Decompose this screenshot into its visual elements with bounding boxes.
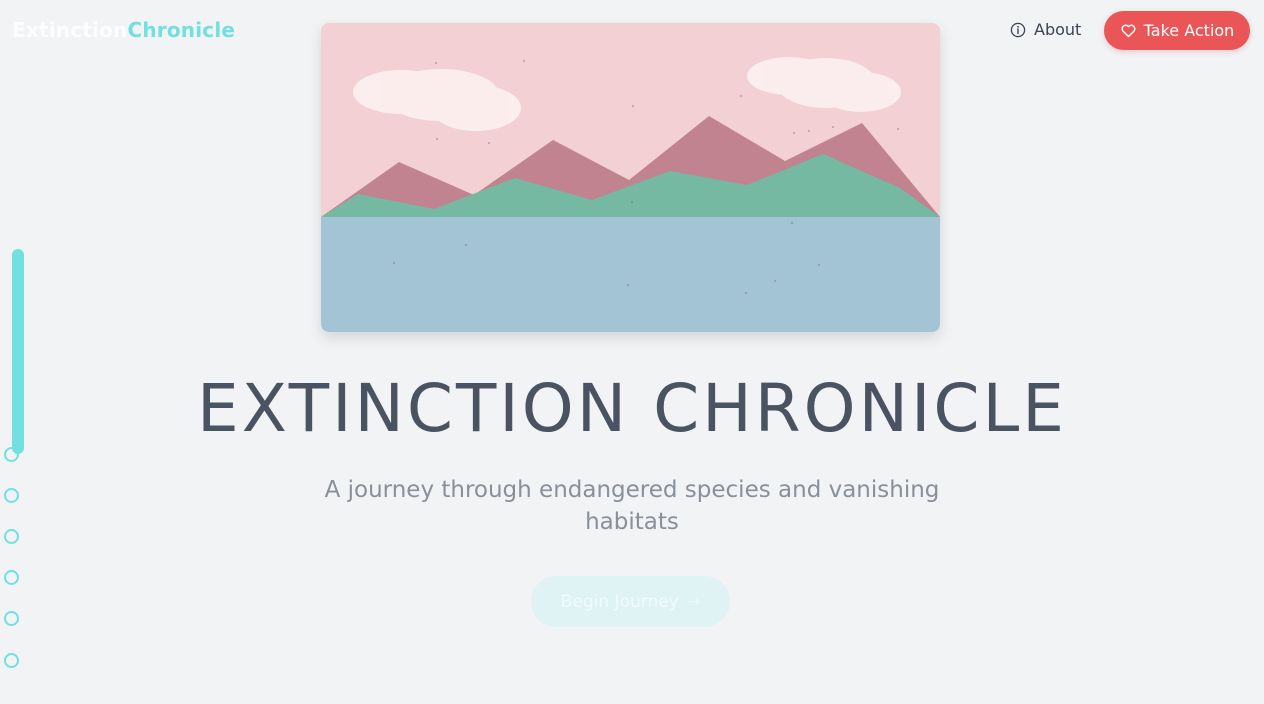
logo[interactable]: ExtinctionChronicle	[12, 18, 235, 42]
section-dot-2[interactable]	[4, 488, 19, 503]
section-dot-4[interactable]	[4, 570, 19, 585]
section-dot-5[interactable]	[4, 611, 19, 626]
logo-word-extinction: Extinction	[12, 18, 128, 42]
heart-icon	[1121, 24, 1136, 38]
landscape-illustration	[321, 23, 940, 332]
page-title: EXTINCTION CHRONICLE	[197, 370, 1067, 447]
take-action-button[interactable]: Take Action	[1104, 11, 1250, 50]
page-subtitle: A journey through endangered species and…	[324, 477, 940, 535]
arrow-right-icon: →	[686, 592, 701, 611]
section-dot-6[interactable]	[4, 653, 19, 668]
section-dot-3[interactable]	[4, 529, 19, 544]
about-label: About	[1034, 20, 1082, 39]
water	[321, 217, 940, 332]
info-icon	[1010, 22, 1026, 37]
begin-journey-label: Begin Journey	[560, 591, 679, 612]
begin-journey-button[interactable]: Begin Journey →	[531, 576, 730, 627]
take-action-label: Take Action	[1143, 21, 1235, 40]
logo-word-chronicle: Chronicle	[127, 18, 236, 42]
about-link[interactable]: About	[1010, 20, 1081, 39]
section-dot-1[interactable]	[4, 447, 19, 462]
